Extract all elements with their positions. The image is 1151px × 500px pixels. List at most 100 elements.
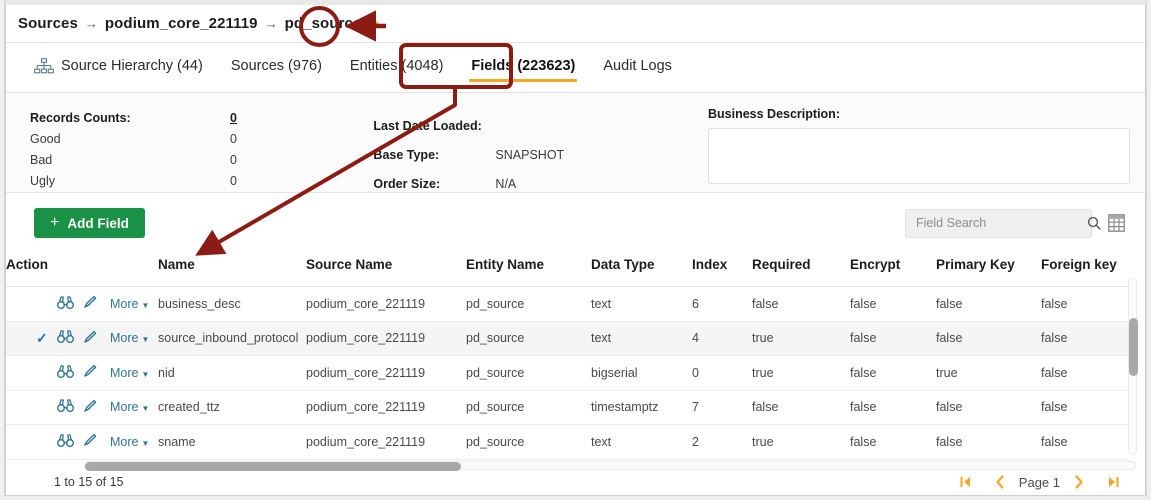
cell-required: false (752, 287, 850, 322)
cell-entity-name: pd_source (466, 390, 591, 425)
cell-encrypt: false (850, 287, 936, 322)
view-binoculars-icon[interactable] (57, 399, 74, 415)
column-header-name[interactable]: Name (158, 253, 306, 287)
field-search-box[interactable] (905, 209, 1092, 238)
tab-audit-logs[interactable]: Audit Logs (589, 52, 686, 84)
row-selected-check-icon: ✓ (36, 331, 48, 345)
cell-source-name: podium_core_221119 (306, 390, 466, 425)
more-menu-button[interactable]: More▼ (110, 435, 149, 449)
column-header-required[interactable]: Required (752, 253, 850, 287)
business-description-block: Business Description: (700, 93, 1146, 192)
edit-pencil-icon[interactable] (83, 295, 97, 312)
cell-encrypt: false (850, 390, 936, 425)
table-row[interactable]: ✓More▼created_ttzpodium_core_221119pd_so… (6, 390, 1128, 425)
cell-primary-key: false (936, 321, 1041, 356)
column-header-entity-name[interactable]: Entity Name (466, 253, 591, 287)
meta-value: SNAPSHOT (495, 148, 564, 162)
view-binoculars-icon[interactable] (57, 365, 74, 381)
window-frame-bottom (0, 496, 1151, 500)
cell-required: true (752, 425, 850, 460)
count-value: 0 (230, 153, 237, 167)
records-count-row-ugly: Ugly 0 (30, 170, 365, 191)
cell-source-name: podium_core_221119 (306, 321, 466, 356)
count-value: 0 (230, 132, 237, 146)
next-page-button[interactable] (1062, 471, 1096, 493)
meta-label: Last Date Loaded: (373, 119, 495, 133)
cell-source-name: podium_core_221119 (306, 356, 466, 391)
last-page-button[interactable] (1096, 471, 1130, 493)
records-count-row-good: Good 0 (30, 128, 365, 149)
count-label: Ugly (30, 174, 230, 188)
business-description-textarea[interactable] (708, 128, 1130, 184)
cell-encrypt: false (850, 321, 936, 356)
edit-pencil-icon[interactable] (83, 433, 97, 450)
table-row[interactable]: ✓More▼snamepodium_core_221119pd_sourcete… (6, 425, 1128, 460)
tab-label: Audit Logs (603, 58, 672, 74)
column-header-foreign-key[interactable]: Foreign key (1041, 253, 1128, 287)
view-binoculars-icon[interactable] (57, 330, 74, 346)
column-header-primary-key[interactable]: Primary Key (936, 253, 1041, 287)
records-counts-total-row: Records Counts: 0 (30, 107, 365, 128)
page-label: Page 1 (1017, 475, 1062, 490)
add-field-label: Add Field (67, 216, 129, 231)
tab-source-hierarchy[interactable]: Source Hierarchy (44) (20, 52, 217, 84)
view-binoculars-icon[interactable] (57, 434, 74, 450)
cell-primary-key: false (936, 287, 1041, 322)
view-binoculars-icon[interactable] (57, 296, 74, 312)
add-field-button[interactable]: + Add Field (34, 208, 145, 238)
edit-pencil-icon[interactable] (83, 399, 97, 416)
tab-entities[interactable]: Entities (4048) (336, 52, 458, 84)
table-row[interactable]: ✓ More▼ source_inbound_protocolpodium_core… (6, 321, 1128, 356)
breadcrumb-item-database[interactable]: podium_core_221119 (105, 15, 258, 32)
prev-page-button[interactable] (983, 471, 1017, 493)
cell-name: source_inbound_protocol (158, 321, 306, 356)
vertical-scrollbar-thumb[interactable] (1129, 318, 1138, 376)
edit-pencil-icon[interactable] (83, 330, 97, 347)
table-header-row: Action Name Source Name Entity Name Data… (6, 253, 1128, 287)
table-vertical-scrollbar[interactable] (1128, 277, 1137, 455)
more-menu-button[interactable]: More▼ (110, 400, 149, 414)
meta-row-last-date-loaded: Last Date Loaded: (373, 111, 700, 140)
search-icon[interactable] (1087, 216, 1101, 230)
edit-pencil-icon[interactable] (83, 364, 97, 381)
tab-label: Sources (976) (231, 58, 322, 74)
row-action-cell: ✓More▼ (6, 425, 158, 460)
page-content: Sources → podium_core_221119 → pd_source (5, 5, 1146, 496)
column-header-data-type[interactable]: Data Type (591, 253, 692, 287)
tab-bar: Source Hierarchy (44) Sources (976) Enti… (6, 43, 1146, 93)
chevron-down-icon: ▼ (141, 404, 149, 413)
column-header-source-name[interactable]: Source Name (306, 253, 466, 287)
cell-source-name: podium_core_221119 (306, 287, 466, 322)
table-grid-icon[interactable] (1102, 209, 1130, 238)
more-menu-button[interactable]: More▼ (110, 331, 149, 345)
breadcrumb-item-sources[interactable]: Sources (18, 15, 78, 32)
cell-foreign-key: false (1041, 321, 1128, 356)
table-footer: 1 to 15 of 15 Page 1 (6, 469, 1146, 495)
cell-index: 2 (692, 425, 752, 460)
table-row[interactable]: ✓More▼nidpodium_core_221119pd_sourcebigs… (6, 356, 1128, 391)
column-header-encrypt[interactable]: Encrypt (850, 253, 936, 287)
chevron-up-icon[interactable] (365, 15, 383, 33)
column-header-index[interactable]: Index (692, 253, 752, 287)
row-action-cell: ✓More▼ (6, 356, 158, 391)
cell-name: nid (158, 356, 306, 391)
tab-sources[interactable]: Sources (976) (217, 52, 336, 84)
more-menu-button[interactable]: More▼ (110, 366, 149, 380)
cell-foreign-key: false (1041, 356, 1128, 391)
record-range-label: 1 to 15 of 15 (54, 475, 124, 489)
cell-data-type: text (591, 321, 692, 356)
column-header-action[interactable]: Action (6, 253, 158, 287)
tab-fields[interactable]: Fields (223623) (457, 52, 589, 84)
table-row[interactable]: ✓More▼business_descpodium_core_221119pd_… (6, 287, 1128, 322)
cell-entity-name: pd_source (466, 425, 591, 460)
breadcrumb: Sources → podium_core_221119 → pd_source (6, 5, 1146, 43)
more-menu-button[interactable]: More▼ (110, 297, 149, 311)
records-counts-value[interactable]: 0 (230, 111, 237, 125)
cell-index: 4 (692, 321, 752, 356)
first-page-button[interactable] (949, 471, 983, 493)
search-input[interactable] (906, 216, 1087, 230)
cell-entity-name: pd_source (466, 321, 591, 356)
breadcrumb-item-entity[interactable]: pd_source (285, 15, 362, 32)
cell-data-type: text (591, 287, 692, 322)
breadcrumb-separator-icon: → (85, 16, 98, 31)
